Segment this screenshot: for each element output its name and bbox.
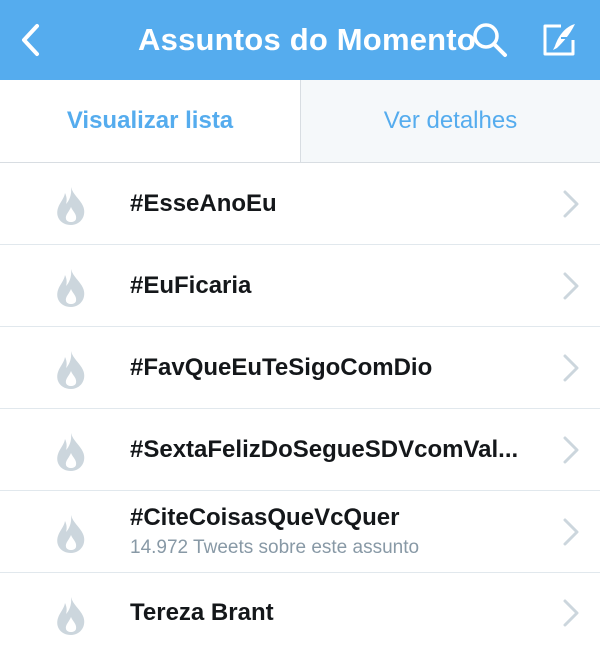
trend-name: #EsseAnoEu: [130, 189, 277, 217]
trend-name: #EuFicaria: [130, 271, 252, 299]
trend-row[interactable]: #EsseAnoEu: [0, 163, 600, 245]
chevron-right-icon: [563, 272, 579, 299]
flame-icon: [57, 269, 85, 307]
trend-row[interactable]: Tereza Brant: [0, 573, 600, 653]
flame-icon: [57, 515, 85, 553]
flame-icon: [57, 187, 85, 225]
compose-icon: [543, 24, 575, 56]
navigation-bar: Assuntos do Momento: [0, 0, 600, 80]
trend-name: #FavQueEuTeSigoComDio: [130, 353, 433, 381]
back-button[interactable]: [8, 0, 52, 80]
tweet-count: 14.972 Tweets sobre este assunto: [130, 537, 420, 558]
trend-name: #CiteCoisasQueVcQuer: [130, 504, 400, 531]
trend-row[interactable]: #CiteCoisasQueVcQuer 14.972 Tweets sobre…: [0, 491, 600, 573]
flame-icon: [57, 351, 85, 389]
view-tabs: Visualizar lista Ver detalhes: [0, 80, 600, 163]
search-icon: [473, 23, 507, 57]
flame-icon: [57, 433, 85, 471]
trend-row[interactable]: #SextaFelizDoSegueSDVcomVal...: [0, 409, 600, 491]
search-button[interactable]: [466, 0, 514, 80]
chevron-left-icon: [22, 24, 39, 56]
compose-button[interactable]: [533, 0, 585, 80]
tab-details-view[interactable]: Ver detalhes: [300, 80, 600, 162]
chevron-right-icon: [563, 190, 579, 217]
page-title: Assuntos do Momento: [138, 22, 476, 57]
tab-list-view[interactable]: Visualizar lista: [0, 80, 300, 162]
trend-row[interactable]: #FavQueEuTeSigoComDio: [0, 327, 600, 409]
flame-icon: [57, 597, 85, 635]
trends-list: #EsseAnoEu #EuFicaria #FavQueEuTeSigoCom…: [0, 163, 600, 653]
chevron-right-icon: [563, 436, 579, 463]
chevron-right-icon: [563, 518, 579, 545]
trend-row[interactable]: #EuFicaria: [0, 245, 600, 327]
trend-name: Tereza Brant: [130, 599, 274, 626]
chevron-right-icon: [563, 354, 579, 381]
chevron-right-icon: [563, 599, 579, 627]
trend-name: #SextaFelizDoSegueSDVcomVal...: [130, 435, 519, 463]
